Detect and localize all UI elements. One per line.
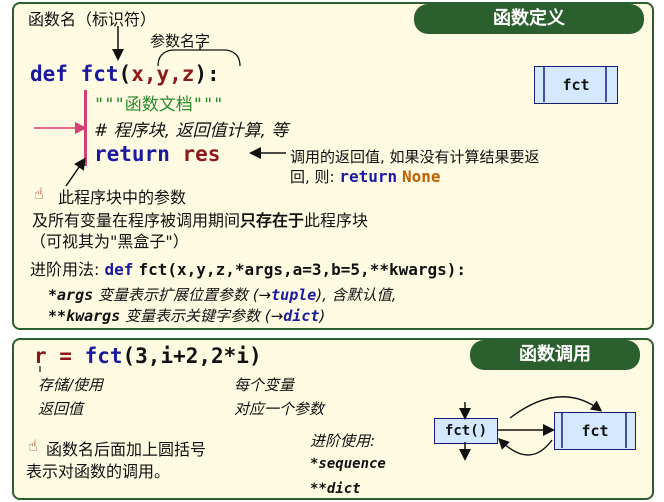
definition-title: 函数定义 [414,4,644,34]
advanced-line: 进阶用法: def fct(x,y,z,*args,a=3,b=5,**kwar… [30,256,466,280]
fct-box-definition: fct [534,66,618,104]
return-note-1: 调用的返回值, 如果没有计算结果要返 [290,148,540,166]
advanced-use: 进阶使用: [310,432,376,450]
args-type: tuple [271,286,317,304]
args-desc-1: 变量表示扩展位置参数 (→ [97,286,272,304]
params-label: 参数名字 [150,32,211,50]
kwargs-desc-2: ) [319,307,326,325]
call-fct: fct [84,344,123,368]
func-name-label: 函数名（标识符） [28,10,157,29]
call-title: 函数调用 [470,340,640,370]
return-keyword: return [94,142,170,166]
def-paren-open: ( [118,62,132,86]
args-name: *args [48,286,94,304]
call-args: (3,i+2,2*i) [122,344,262,368]
fct-box-call-label: fct [581,422,609,440]
def-keyword: def [30,62,68,86]
note-local-1: 此程序块中的参数 [58,188,187,207]
return-res: res [182,142,221,166]
def-params: x,y,z [131,62,195,86]
each-param: 对应一个参数 [234,400,325,418]
note-paren-1: 函数名后面加上圆括号 [46,440,207,459]
call-code: r = fct(3,i+2,2*i) [34,344,262,368]
return-value: 返回值 [38,400,84,418]
fct-box-label: fct [562,76,590,94]
note-local-3: （可视其为"黑盒子"） [30,232,189,251]
return-none-keyword: return [339,167,398,186]
note-local-2b: 只存在于 [240,211,305,230]
note-local-2c: 此程序块 [304,211,369,230]
args-line: *args 变量表示扩展位置参数 (→tuple), 含默认值, [48,284,396,305]
call-r: r = [34,344,85,368]
none-value: None [401,167,441,186]
fct-box-call: fct [554,412,636,450]
args-desc-2: ), 含默认值, [316,286,397,304]
def-fct: fct [80,62,119,86]
kwargs-line: **kwargs 变量表示关键字参数 (→dict) [48,305,325,326]
advanced-def: def [104,260,134,279]
docstring: """函数文档""" [94,95,224,115]
return-note-2-line: 回, 则: return None [290,166,440,187]
fct-call-box: fct() [434,418,498,444]
def-line: def fct(x,y,z): [30,62,220,86]
comment-line: # 程序块, 返回值计算, 等 [94,121,289,141]
advanced-sig: fct(x,y,z,*args,a=3,b=5,**kwargs): [138,260,467,279]
kwargs-desc-1: 变量表示关键字参数 (→ [125,307,284,325]
hand-point-icon: ☝ [28,436,38,455]
def-paren-close: ): [194,62,220,86]
store-use: 存储/使用 [38,376,104,394]
advanced-label: 进阶用法: [30,260,100,279]
hand-point-icon: ☝ [34,184,44,203]
dict-arg: **dict [310,481,361,497]
note-paren-2: 表示对函数的调用。 [26,462,171,481]
seq-arg: *sequence [310,456,386,472]
fct-call-label: fct() [444,423,488,439]
each-variable: 每个变量 [234,376,295,394]
return-line: return res [94,142,220,166]
kwargs-name: **kwargs [48,307,121,325]
kwargs-type: dict [283,307,320,325]
return-note-2: 回, 则: [290,168,335,186]
